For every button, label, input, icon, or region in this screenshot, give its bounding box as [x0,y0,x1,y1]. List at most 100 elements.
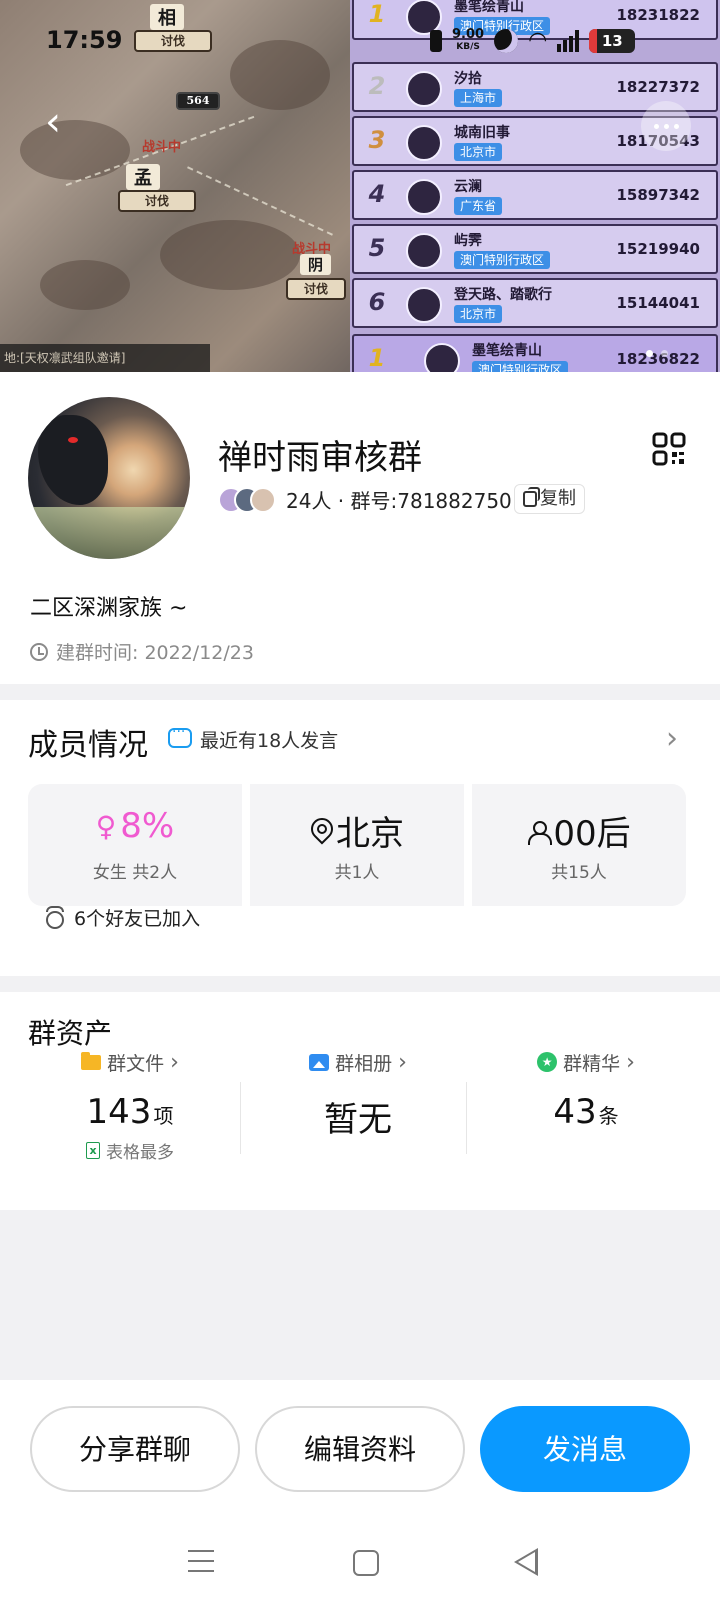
send-message-button[interactable]: 发消息 [480,1406,690,1492]
map-city-label: 孟 [126,164,160,190]
map-fighting-label: 战斗中 [142,140,182,155]
signal-icon [557,29,580,52]
divider [240,1082,241,1154]
rank-name: 云澜 [454,179,482,195]
person-icon [527,819,553,845]
group-name: 禅时雨审核群 [218,438,422,478]
group-featured-entry[interactable]: ★ 群精华 › 43 条 [476,1046,696,1132]
group-files-label: 群文件 [107,1052,165,1075]
status-time: 17:59 [46,26,123,54]
age-group-stat[interactable]: 00后 共15人 [472,784,686,906]
group-album-entry[interactable]: 群相册 › 暂无 [248,1046,468,1141]
friends-joined-text: 6个好友已加入 [74,908,201,930]
created-time-row: 建群时间: 2022/12/23 [30,638,254,665]
map-attack-label: 讨伐 [118,190,196,212]
rank-number: 5 [368,234,386,262]
net-speed-indicator: 9.00 KB/S [452,28,484,53]
share-group-button[interactable]: 分享群聊 [30,1406,240,1492]
vibrate-icon [430,29,442,52]
rank-avatar [406,125,442,161]
back-button[interactable]: ‹ [30,100,76,146]
chevron-right-icon: › [170,1049,179,1075]
rank-score: 15897342 [616,186,701,204]
battery-icon: 13 [589,28,636,53]
member-count-and-group-id: 24人 · 群号:781882750 [286,489,512,513]
rank-location: 上海市 [454,89,503,107]
carousel-indicator [646,350,668,357]
rank-avatar [406,233,442,269]
edit-profile-button[interactable]: 编辑资料 [255,1406,465,1492]
star-icon: ★ [537,1052,558,1072]
rank-name: 登天路、踏歌行 [454,287,552,303]
avatar [250,487,276,513]
image-icon [309,1053,330,1071]
created-time: 建群时间: 2022/12/23 [56,642,254,664]
back-triangle-icon[interactable] [514,1548,538,1576]
do-not-disturb-icon [494,28,519,53]
friends-joined-row[interactable]: 6个好友已加入 [44,904,200,931]
age-group-value: 00后 [553,814,631,854]
group-featured-unit: 条 [598,1104,619,1128]
group-featured-count: 43 [553,1092,597,1132]
folder-icon [81,1051,102,1070]
rank-location: 澳门特别行政区 [472,361,569,372]
home-icon[interactable] [353,1550,379,1576]
chevron-right-icon: › [398,1049,407,1075]
members-section-title: 成员情况 [28,728,148,763]
rank-number: 6 [368,288,386,316]
female-icon: ♀ [95,809,117,843]
recent-apps-icon[interactable] [188,1550,214,1572]
rank-score: 15219940 [616,240,701,258]
ranking-row: 5 屿霁 澳门特别行政区 15219940 [352,224,718,274]
group-album-label: 群相册 [335,1052,393,1075]
clock-icon [30,642,48,661]
group-profile-card: 禅时雨审核群 24人 · 群号:781882750 复制 二区深渊家族 ~ 建群… [0,372,720,684]
rank-name: 城南旧事 [454,125,510,141]
rank-avatar [424,343,460,372]
rank-avatar [406,179,442,215]
rank-location: 澳门特别行政区 [454,251,551,269]
location-stat[interactable]: 北京 共1人 [250,784,464,906]
qr-code-icon[interactable] [652,432,686,466]
rank-number: 3 [368,126,386,154]
wifi-icon: ◠ [528,28,548,53]
age-group-label: 共15人 [551,863,607,883]
group-avatar[interactable] [28,397,190,559]
group-files-count: 143 [86,1092,152,1132]
map-badge-number: 564 [176,92,220,110]
ranking-row: 6 登天路、踏歌行 北京市 15144041 [352,278,718,328]
female-ratio-label: 女生 共2人 [92,863,178,883]
net-speed-unit: KB/S [456,41,480,52]
map-city-label: 阴 [300,254,332,275]
ranking-row: 4 云澜 广东省 15897342 [352,170,718,220]
group-files-entry[interactable]: 群文件 › 143 项 x 表格最多 [20,1046,240,1163]
chevron-right-icon: › [626,1049,635,1075]
spreadsheet-icon: x [86,1142,100,1159]
group-description: 二区深渊家族 ~ [30,596,188,621]
rank-name: 屿霁 [454,233,482,249]
chevron-left-icon: ‹ [45,99,61,145]
more-dots-icon [653,123,659,129]
copy-group-id-button[interactable]: 复制 [514,484,585,514]
divider [466,1082,467,1154]
chevron-right-icon[interactable]: › [666,724,688,754]
map-bottom-note: 地:[天权凛武组队邀请] [0,344,210,372]
group-files-sub: 表格最多 [106,1143,174,1163]
system-navigation-bar [0,1530,720,1610]
group-files-unit: 项 [153,1104,174,1128]
rank-number: 1 [368,344,386,372]
group-featured-label: 群精华 [563,1052,621,1075]
members-overview-card[interactable]: 成员情况 最近有18人发言 › ♀ 8% 女生 共2人 北京 共1人 00后 共… [0,700,720,976]
recent-speakers-text: 最近有18人发言 [200,730,339,752]
rank-score: 15144041 [616,294,701,312]
group-assets-card: 群资产 群文件 › 143项 x 表格最多 群相册 › 暂无 ★ 群精华 › [0,992,720,1210]
carousel-dot-active [646,350,653,357]
chat-bubble-icon [168,724,192,748]
female-ratio-value: 8% [120,806,175,846]
female-ratio-stat[interactable]: ♀ 8% 女生 共2人 [28,784,242,906]
friends-icon [44,905,64,929]
more-options-button[interactable] [641,101,691,151]
rank-location: 北京市 [454,305,503,323]
member-avatar-stack[interactable] [218,487,280,513]
location-pin-icon [310,818,332,844]
